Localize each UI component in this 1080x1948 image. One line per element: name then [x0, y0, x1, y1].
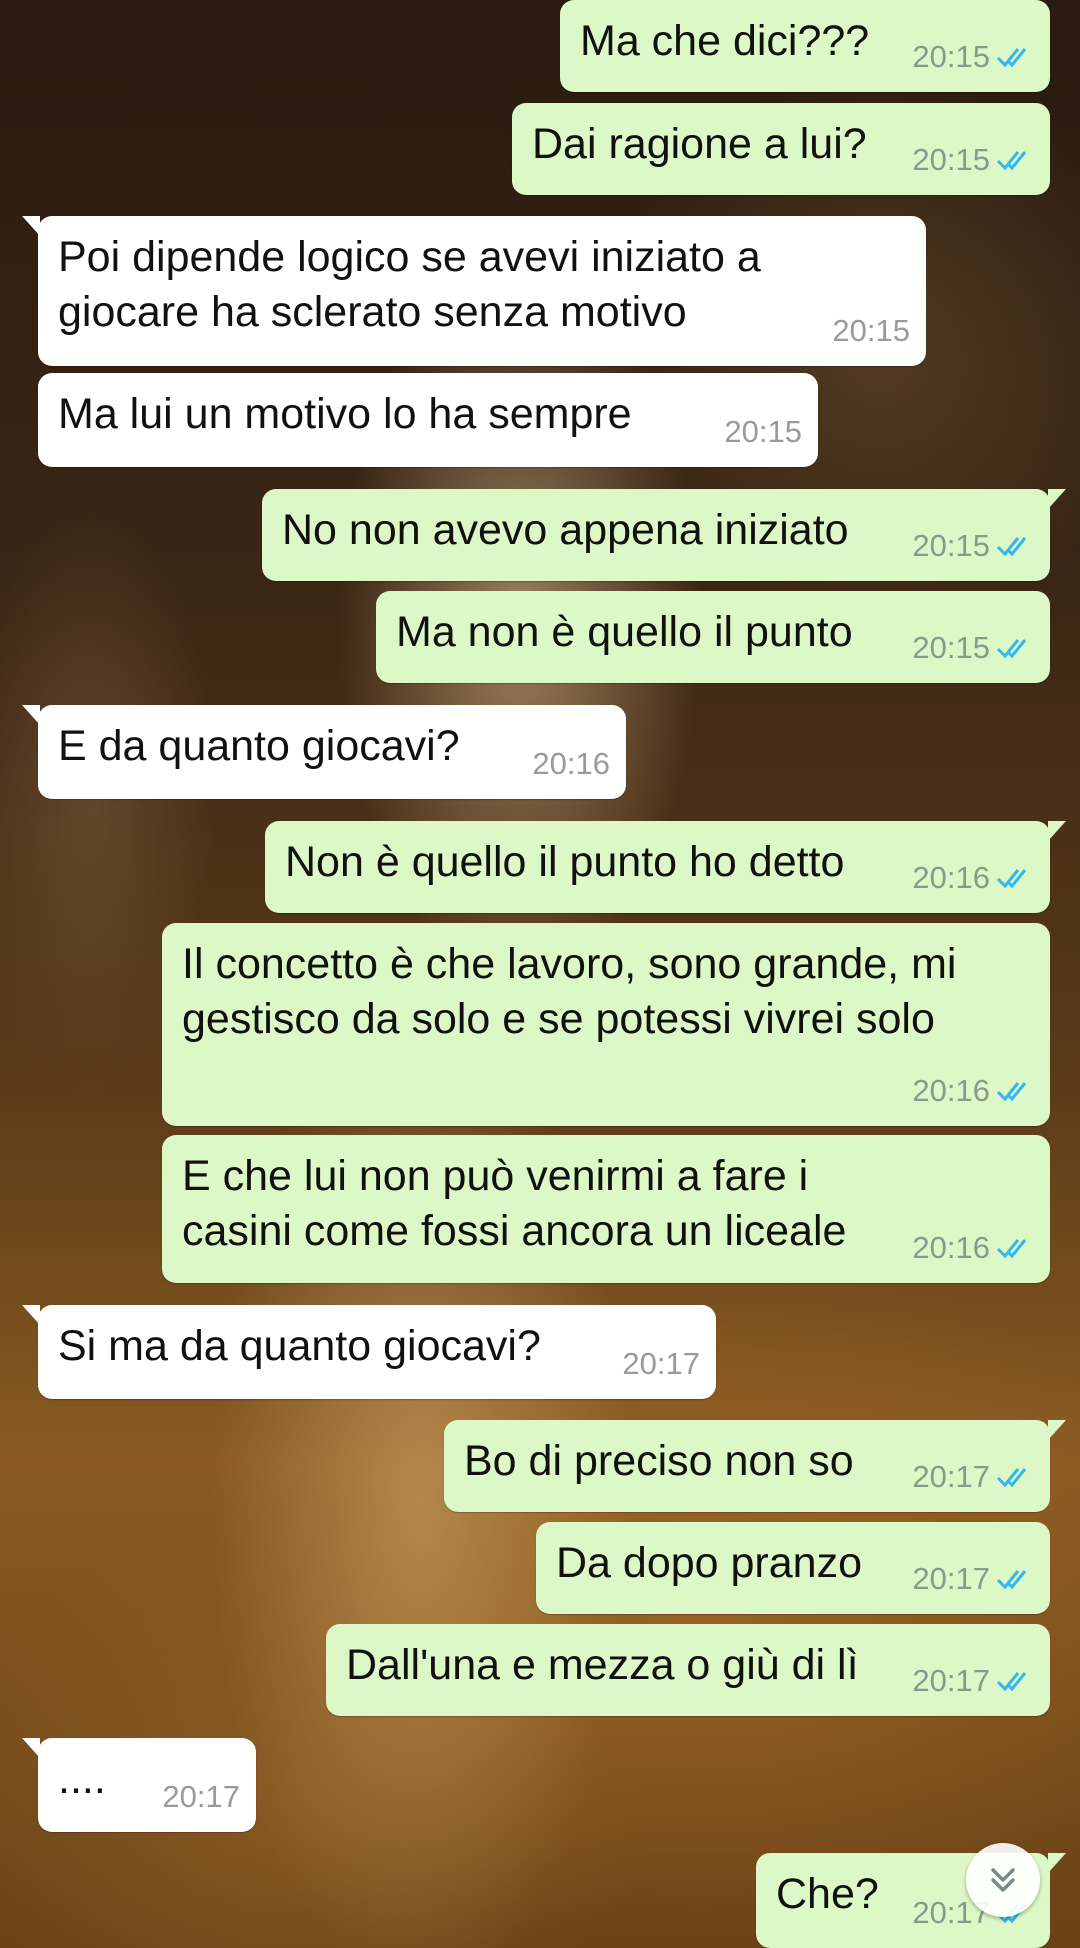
- message-text: Dai ragione a lui?: [532, 120, 867, 168]
- double-check-icon: [996, 1238, 1027, 1258]
- message-time: 20:16: [912, 860, 990, 895]
- message-time: 20:15: [912, 142, 990, 177]
- message-time: 20:15: [724, 414, 802, 449]
- message-bubble-incoming[interactable]: .... 20:17: [22, 1738, 256, 1832]
- message-text: No non avevo appena iniziato: [282, 506, 849, 554]
- double-check-icon: [996, 150, 1027, 170]
- double-check-icon: [996, 638, 1027, 658]
- double-check-icon: [996, 1081, 1027, 1101]
- chevrons-down-icon: [991, 1868, 1015, 1892]
- message-time: 20:17: [622, 1346, 700, 1381]
- message-bubble-incoming[interactable]: Ma lui un motivo lo ha sempre 20:15: [38, 373, 818, 467]
- message-bubble-incoming[interactable]: E da quanto giocavi? 20:16: [22, 705, 626, 799]
- message-bubble-outgoing[interactable]: Dai ragione a lui? 20:15: [512, 103, 1050, 195]
- double-check-icon: [996, 1569, 1027, 1589]
- double-check-icon: [996, 868, 1027, 888]
- message-meta: 20:16: [912, 1063, 1034, 1118]
- message-time: 20:17: [912, 1561, 990, 1596]
- message-text: Si ma da quanto giocavi?: [58, 1322, 541, 1370]
- double-check-icon: [996, 1671, 1027, 1691]
- message-time: 20:16: [912, 1230, 990, 1265]
- message-time: 20:16: [532, 746, 610, 781]
- message-text: Il concetto è che lavoro, sono grande, m…: [182, 940, 957, 1043]
- message-meta: 20:17: [912, 1653, 1034, 1708]
- message-meta: 20:15: [832, 303, 910, 358]
- message-time: 20:15: [912, 528, 990, 563]
- message-bubble-outgoing[interactable]: E che lui non può venirmi a fare i casin…: [162, 1135, 1050, 1283]
- message-text: Ma che dici???: [580, 17, 870, 65]
- message-time: 20:15: [832, 313, 910, 348]
- message-bubble-outgoing[interactable]: Bo di preciso non so 20:17: [444, 1420, 1066, 1512]
- message-text: Che?: [776, 1870, 879, 1918]
- message-meta: 20:15: [724, 404, 802, 459]
- message-time: 20:15: [912, 39, 990, 74]
- message-text: Da dopo pranzo: [556, 1539, 862, 1587]
- message-bubble-outgoing[interactable]: Il concetto è che lavoro, sono grande, m…: [162, 923, 1050, 1126]
- message-time: 20:17: [912, 1459, 990, 1494]
- message-bubble-outgoing[interactable]: Ma non è quello il punto 20:15: [376, 591, 1050, 683]
- message-text: E da quanto giocavi?: [58, 722, 460, 770]
- message-time: 20:15: [912, 630, 990, 665]
- message-text: ....: [58, 1755, 106, 1803]
- message-bubble-outgoing[interactable]: Dall'una e mezza o giù di lì 20:17: [326, 1624, 1050, 1716]
- message-bubble-outgoing[interactable]: No non avevo appena iniziato 20:15: [262, 489, 1066, 581]
- message-meta: 20:15: [912, 518, 1034, 573]
- message-text: Non è quello il punto ho detto: [285, 838, 845, 886]
- message-meta: 20:15: [912, 620, 1034, 675]
- message-meta: 20:16: [912, 850, 1034, 905]
- message-meta: 20:16: [532, 736, 610, 791]
- message-bubble-incoming[interactable]: Si ma da quanto giocavi? 20:17: [22, 1305, 716, 1399]
- message-meta: 20:17: [162, 1769, 240, 1824]
- message-meta: 20:15: [912, 29, 1034, 84]
- scroll-to-bottom-button[interactable]: [966, 1843, 1040, 1917]
- message-meta: 20:17: [912, 1551, 1034, 1606]
- message-meta: 20:17: [622, 1336, 700, 1391]
- message-meta: 20:16: [912, 1220, 1034, 1275]
- double-check-icon: [996, 536, 1027, 556]
- message-text: E che lui non può venirmi a fare i casin…: [182, 1152, 847, 1255]
- message-text: Dall'una e mezza o giù di lì: [346, 1641, 859, 1689]
- message-bubble-outgoing[interactable]: Non è quello il punto ho detto 20:16: [265, 821, 1066, 913]
- message-text: Poi dipende logico se avevi iniziato a g…: [58, 233, 761, 336]
- message-text: Ma lui un motivo lo ha sempre: [58, 390, 632, 438]
- message-bubble-outgoing[interactable]: Da dopo pranzo 20:17: [536, 1522, 1050, 1614]
- message-bubble-outgoing[interactable]: Ma che dici??? 20:15: [560, 0, 1050, 92]
- double-check-icon: [996, 1467, 1027, 1487]
- message-meta: 20:17: [912, 1449, 1034, 1504]
- double-check-icon: [996, 47, 1027, 67]
- message-time: 20:17: [162, 1779, 240, 1814]
- message-text: Bo di preciso non so: [464, 1437, 854, 1485]
- message-time: 20:16: [912, 1073, 990, 1108]
- message-time: 20:17: [912, 1663, 990, 1698]
- message-bubble-incoming[interactable]: Poi dipende logico se avevi iniziato a g…: [22, 216, 926, 366]
- message-text: Ma non è quello il punto: [396, 608, 853, 656]
- message-meta: 20:15: [912, 132, 1034, 187]
